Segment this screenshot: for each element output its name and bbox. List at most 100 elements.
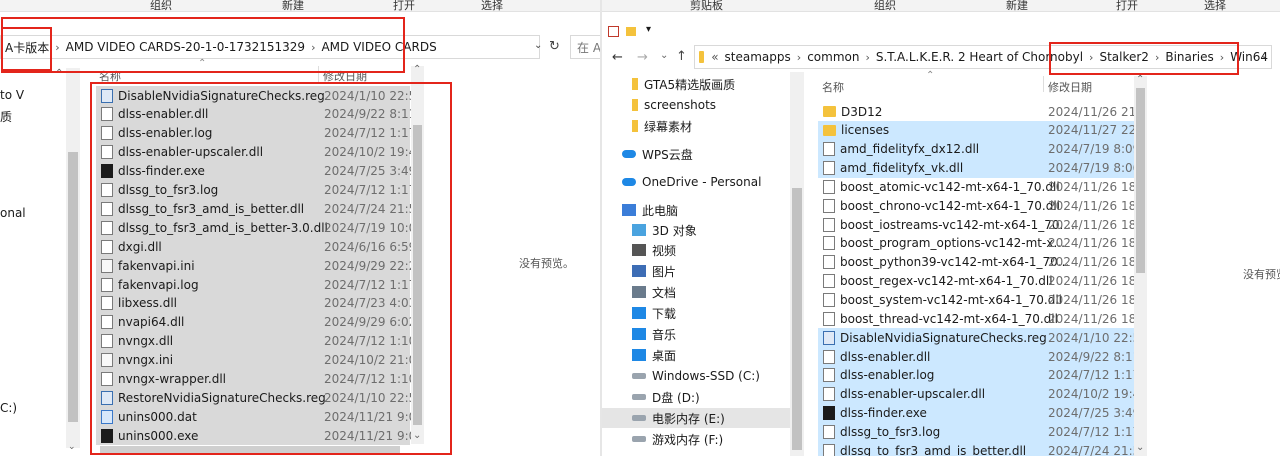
chevron-right-icon[interactable]: › bbox=[794, 51, 804, 64]
ribbon-clipboard[interactable]: 剪贴板 bbox=[690, 0, 723, 13]
file-row[interactable]: dlssg_to_fsr3_amd_is_better-3.0.dll 2024/… bbox=[96, 218, 424, 238]
scroll-down-icon[interactable]: ⌄ bbox=[68, 442, 76, 452]
nav-item[interactable]: WPS云盘 bbox=[622, 144, 693, 164]
checkbox-icon[interactable] bbox=[608, 26, 619, 37]
file-row[interactable]: DisableNvidiaSignatureChecks.reg 2024/1/1… bbox=[818, 328, 1134, 348]
file-row[interactable]: dlssg_to_fsr3.log 2024/7/12 1:17 bbox=[96, 180, 416, 200]
file-row[interactable]: fakenvapi.log 2024/7/12 1:17 bbox=[96, 275, 416, 294]
left-address-bar[interactable]: A卡版本 › AMD VIDEO CARDS-20-1-0-1732151329… bbox=[0, 35, 540, 59]
scroll-down-icon[interactable]: ⌄ bbox=[413, 430, 421, 441]
column-header-name[interactable]: 名称 bbox=[99, 68, 121, 84]
file-row[interactable]: dlssg_to_fsr3_amd_is_better.dll 2024/7/24… bbox=[96, 199, 424, 219]
nav-item[interactable]: 此电脑 bbox=[622, 200, 678, 220]
file-row[interactable]: dlssg_to_fsr3_amd_is_better.dll 2024/7/24… bbox=[818, 441, 1134, 456]
nav-item[interactable]: 下载 bbox=[632, 303, 676, 323]
forward-arrow-icon[interactable]: → bbox=[637, 50, 648, 65]
file-row[interactable]: dxgi.dll 2024/6/16 6:59 bbox=[96, 237, 416, 257]
file-row[interactable]: boost_thread-vc142-mt-x64-1_70.dll 2024/1… bbox=[818, 309, 1134, 328]
file-row[interactable]: dlss-finder.exe 2024/7/25 3:49 bbox=[818, 403, 1134, 423]
nav-item[interactable]: 游戏内存 (F:) bbox=[632, 429, 723, 449]
ribbon-select[interactable]: 选择 bbox=[1204, 0, 1226, 13]
crumb-stalker2[interactable]: Stalker2 bbox=[1096, 50, 1151, 64]
nav-item[interactable]: D盘 (D:) bbox=[632, 387, 700, 407]
scroll-up-icon[interactable]: ⌃ bbox=[413, 64, 421, 75]
column-header-name[interactable]: 名称 bbox=[822, 79, 844, 95]
crumb-common[interactable]: common bbox=[804, 50, 862, 64]
nav-item[interactable]: GTA5精选版画质 bbox=[632, 74, 735, 94]
file-row[interactable]: nvngx.dll 2024/7/12 1:10 bbox=[96, 331, 416, 351]
chevron-right-icon[interactable]: › bbox=[1086, 51, 1096, 64]
file-row[interactable]: nvapi64.dll 2024/9/29 6:02 bbox=[96, 312, 416, 332]
nav-fragment[interactable]: to V bbox=[0, 88, 24, 102]
right-nav-scroll-thumb[interactable] bbox=[792, 188, 802, 450]
scroll-up-icon[interactable]: ⌃ bbox=[55, 68, 63, 79]
file-row[interactable]: dlss-enabler-upscaler.dll 2024/10/2 19:49 bbox=[818, 384, 1134, 404]
file-row[interactable]: fakenvapi.ini 2024/9/29 22:26 bbox=[96, 256, 424, 276]
ribbon-select[interactable]: 选择 bbox=[481, 0, 503, 13]
nav-item[interactable]: 电影内存 (E:) bbox=[602, 408, 790, 428]
up-arrow-icon[interactable]: ↑ bbox=[676, 49, 687, 64]
crumb-a-card-version[interactable]: A卡版本 bbox=[1, 39, 52, 56]
file-row[interactable]: dlss-enabler.dll 2024/9/22 8:11 bbox=[96, 104, 416, 124]
chevron-right-icon[interactable]: › bbox=[1152, 51, 1162, 64]
chevron-down-icon[interactable]: ⌄ bbox=[1260, 50, 1268, 61]
file-row[interactable]: boost_atomic-vc142-mt-x64-1_70.dll 2024/1… bbox=[818, 177, 1134, 196]
right-address-bar[interactable]: « steamapps › common › S.T.A.L.K.E.R. 2 … bbox=[694, 45, 1272, 69]
file-row[interactable]: libxess.dll 2024/7/23 4:03 bbox=[96, 293, 416, 313]
file-row[interactable]: unins000.exe 2024/11/21 9:07 bbox=[96, 426, 424, 446]
file-row[interactable]: boost_regex-vc142-mt-x64-1_70.dll 2024/11… bbox=[818, 272, 1134, 291]
file-row[interactable]: dlss-enabler-upscaler.dll 2024/10/2 19:49 bbox=[96, 142, 424, 162]
file-row[interactable]: amd_fidelityfx_vk.dll 2024/7/19 8:06 bbox=[818, 158, 1134, 178]
file-row[interactable]: RestoreNvidiaSignatureChecks.reg 2024/1/1… bbox=[96, 388, 424, 408]
nav-item[interactable]: Windows-SSD (C:) bbox=[632, 366, 760, 386]
refresh-icon[interactable]: ↻ bbox=[549, 39, 560, 54]
file-row[interactable]: nvngx-wrapper.dll 2024/7/12 1:10 bbox=[96, 369, 416, 389]
ribbon-new[interactable]: 新建 bbox=[1006, 0, 1028, 13]
file-row[interactable]: boost_python39-vc142-mt-x64-1_70... 2024/… bbox=[818, 253, 1134, 272]
left-file-scroll-thumb[interactable] bbox=[413, 125, 422, 425]
file-row[interactable]: boost_program_options-vc142-mt-x... 2024/… bbox=[818, 234, 1134, 253]
nav-item[interactable]: 视频 bbox=[632, 240, 676, 260]
ribbon-new[interactable]: 新建 bbox=[282, 0, 304, 13]
quick-access-dropdown-icon[interactable]: ▾ bbox=[646, 24, 651, 35]
left-horizontal-scroll-thumb[interactable] bbox=[100, 446, 400, 453]
nav-fragment[interactable]: C:) bbox=[0, 401, 17, 415]
file-row[interactable]: dlss-enabler.log 2024/7/12 1:17 bbox=[818, 365, 1134, 385]
chevron-right-icon[interactable]: › bbox=[862, 51, 872, 64]
file-row[interactable]: DisableNvidiaSignatureChecks.reg 2024/1/1… bbox=[96, 86, 424, 105]
nav-item[interactable]: OneDrive - Personal bbox=[622, 172, 761, 192]
ribbon-organize[interactable]: 组织 bbox=[874, 0, 896, 13]
column-header-date[interactable]: 修改日期 bbox=[323, 68, 367, 84]
scroll-up-icon[interactable]: ⌃ bbox=[1136, 74, 1144, 85]
file-row[interactable]: amd_fidelityfx_dx12.dll 2024/7/19 8:09 bbox=[818, 139, 1134, 159]
left-search-input[interactable]: 在 AM bbox=[570, 35, 602, 59]
crumb-steamapps[interactable]: steamapps bbox=[722, 50, 794, 64]
scroll-down-icon[interactable]: ⌄ bbox=[1136, 442, 1144, 453]
file-row[interactable]: nvngx.ini 2024/10/2 21:03 bbox=[96, 350, 424, 370]
file-row[interactable]: licenses 2024/11/27 22:59 bbox=[818, 120, 1134, 140]
ribbon-organize[interactable]: 组织 bbox=[150, 0, 172, 13]
column-header-date[interactable]: 修改日期 bbox=[1048, 79, 1092, 95]
crumb-stalker2-game[interactable]: S.T.A.L.K.E.R. 2 Heart of Chornobyl bbox=[873, 50, 1086, 64]
recent-dropdown-icon[interactable]: ⌄ bbox=[660, 50, 668, 61]
right-file-scroll-thumb[interactable] bbox=[1136, 88, 1145, 273]
nav-fragment[interactable]: onal bbox=[0, 206, 26, 220]
file-row[interactable]: D3D12 2024/11/26 21:21 bbox=[818, 102, 1134, 121]
file-row[interactable]: dlss-finder.exe 2024/7/25 3:49 bbox=[96, 161, 416, 181]
nav-item[interactable]: screenshots bbox=[632, 95, 716, 115]
nav-item[interactable]: 3D 对象 bbox=[632, 220, 697, 240]
nav-item[interactable]: 绿幕素材 bbox=[632, 116, 692, 136]
crumb-binaries[interactable]: Binaries bbox=[1162, 50, 1216, 64]
nav-item[interactable]: 桌面 bbox=[632, 345, 676, 365]
chevron-right-icon[interactable]: › bbox=[52, 41, 62, 54]
chevron-right-icon[interactable]: › bbox=[308, 41, 318, 54]
nav-item[interactable]: 音乐 bbox=[632, 324, 676, 344]
nav-fragment[interactable]: 质 bbox=[0, 108, 12, 125]
chevron-right-icon[interactable]: › bbox=[1217, 51, 1227, 64]
file-row[interactable]: boost_chrono-vc142-mt-x64-1_70.dll 2024/1… bbox=[818, 196, 1134, 215]
file-row[interactable]: dlss-enabler.dll 2024/9/22 8:11 bbox=[818, 347, 1134, 367]
left-nav-scroll-thumb[interactable] bbox=[68, 152, 78, 422]
crumb-amd-video-cards-archive[interactable]: AMD VIDEO CARDS-20-1-0-1732151329 bbox=[63, 40, 308, 54]
file-row[interactable]: dlssg_to_fsr3.log 2024/7/12 1:17 bbox=[818, 422, 1134, 442]
back-arrow-icon[interactable]: ← bbox=[612, 50, 623, 65]
